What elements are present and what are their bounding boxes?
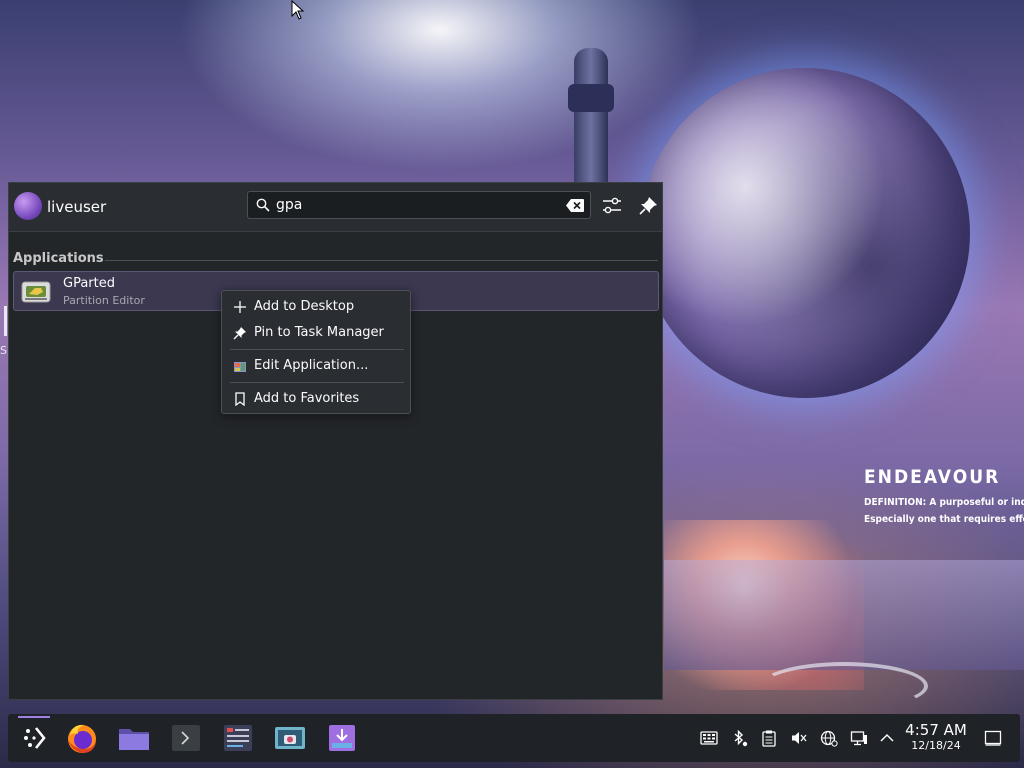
menu-separator (230, 349, 404, 350)
pin-launcher-icon[interactable] (637, 195, 659, 217)
menu-item-label: Add to Favorites (254, 391, 360, 406)
installer-icon (329, 725, 355, 751)
bookmark-icon (235, 392, 245, 406)
gparted-icon (21, 281, 51, 303)
desktop-edge-marker (4, 306, 7, 336)
applications-section-header: Applications (13, 251, 658, 269)
search-field[interactable] (247, 191, 591, 219)
search-input[interactable] (276, 196, 556, 214)
volume-muted-icon[interactable] (790, 729, 808, 747)
pin-icon (233, 327, 246, 340)
app-description: Partition Editor (63, 294, 145, 307)
taskbar-firefox[interactable] (62, 718, 102, 758)
configure-icon[interactable] (601, 195, 623, 217)
taskbar-file-manager[interactable] (114, 718, 154, 758)
taskbar: 4:57 AM 12/18/24 (8, 714, 1020, 762)
section-title: Applications (13, 251, 104, 266)
network-globe-icon[interactable] (820, 729, 838, 747)
taskbar-system-monitor[interactable] (218, 718, 258, 758)
definition-line-1: DEFINITION: A purposeful or indust (864, 497, 1024, 508)
context-menu: Add to Desktop Pin to Task Manager Edit … (221, 290, 411, 414)
app-name: GParted (63, 276, 115, 291)
taskbar-installer[interactable] (322, 718, 362, 758)
clock-time: 4:57 AM (905, 721, 967, 739)
ocean-illustration (664, 560, 1024, 670)
launcher-header: liveuser (9, 183, 662, 232)
screenshot-icon (275, 727, 305, 749)
system-monitor-icon (224, 725, 252, 751)
menu-item-add-to-favorites[interactable]: Add to Favorites (226, 387, 406, 411)
username-label[interactable]: liveuser (47, 198, 106, 216)
menu-item-label: Add to Desktop (254, 299, 355, 314)
launcher-icon (24, 727, 46, 749)
terminal-icon (172, 725, 200, 751)
clear-search-icon[interactable] (566, 199, 584, 212)
taskbar-terminal[interactable] (166, 718, 206, 758)
wallpaper-definition: DEFINITION: A purposeful or indust Espec… (864, 494, 1024, 528)
folder-icon (119, 729, 149, 750)
application-launcher-button[interactable] (14, 716, 54, 758)
menu-item-edit-application[interactable]: Edit Application... (226, 354, 406, 378)
active-indicator (18, 716, 50, 718)
clipboard-icon[interactable] (760, 729, 778, 747)
definition-line-2: Especially one that requires effort c (864, 514, 1024, 525)
clock-date: 12/18/24 (911, 739, 961, 752)
menu-separator (230, 382, 404, 383)
firefox-icon (68, 724, 96, 753)
avatar[interactable] (14, 192, 42, 220)
section-divider (105, 260, 658, 261)
mouse-cursor-icon (291, 0, 305, 20)
display-icon[interactable] (850, 729, 868, 747)
planet-illustration (640, 68, 970, 398)
bluetooth-icon[interactable] (730, 729, 748, 747)
taskbar-screenshot-tool[interactable] (270, 718, 310, 758)
edit-application-icon (234, 362, 246, 372)
show-desktop-icon[interactable] (984, 729, 1002, 747)
menu-item-add-to-desktop[interactable]: Add to Desktop (226, 295, 406, 319)
search-icon (256, 198, 270, 212)
tower-illustration (574, 48, 608, 198)
wallpaper-caption: ENDEAVOUR DEFINITION: A purposeful or in… (864, 466, 1024, 528)
wallpaper-title: ENDEAVOUR (864, 466, 1001, 488)
plus-icon (234, 301, 246, 313)
road-illustration (760, 662, 928, 710)
keyboard-icon[interactable] (700, 729, 718, 747)
chevron-up-icon[interactable] (878, 729, 896, 747)
menu-item-label: Edit Application... (254, 358, 369, 373)
clock[interactable]: 4:57 AM 12/18/24 (904, 722, 968, 753)
tower-cap (568, 84, 614, 112)
menu-item-pin-to-task-manager[interactable]: Pin to Task Manager (226, 321, 406, 345)
menu-item-label: Pin to Task Manager (254, 325, 384, 340)
application-launcher-panel: liveuser Applications (8, 182, 663, 700)
